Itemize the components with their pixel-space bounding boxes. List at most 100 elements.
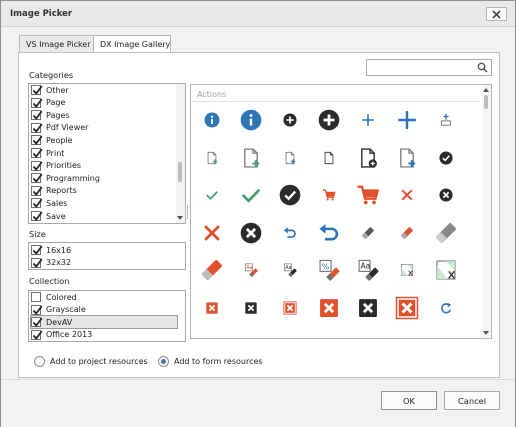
checkbox[interactable] bbox=[31, 160, 43, 171]
close-large-icon[interactable] bbox=[197, 218, 227, 248]
close-small-icon[interactable] bbox=[392, 180, 422, 210]
add-to-form-option[interactable]: Add to form resources bbox=[158, 356, 263, 367]
categories-item[interactable]: People bbox=[31, 134, 181, 146]
collection-list[interactable]: Colored Grayscale DevAV Office 2013 bbox=[28, 290, 186, 342]
undo-small-icon[interactable] bbox=[275, 218, 305, 248]
eraser-red-large-icon[interactable] bbox=[197, 255, 227, 285]
scroll-down-icon[interactable] bbox=[483, 331, 489, 335]
check-circle-small-icon[interactable] bbox=[431, 143, 461, 173]
delete-dark-small-icon[interactable] bbox=[236, 293, 266, 323]
clear-dark-small-icon[interactable]: Aa bbox=[275, 255, 305, 285]
panel-splitter[interactable] bbox=[185, 205, 188, 219]
categories-item[interactable]: Priorities bbox=[31, 160, 181, 172]
categories-item[interactable]: Other bbox=[31, 84, 181, 96]
size-item[interactable]: 16x16 bbox=[31, 244, 181, 256]
categories-item[interactable]: Pages bbox=[31, 109, 181, 121]
categories-list[interactable]: Other Page Pages Pdf Viewer People Print Prior… bbox=[28, 83, 186, 224]
checkmark-icon bbox=[32, 110, 43, 121]
collection-item[interactable]: Grayscale bbox=[31, 304, 181, 316]
cancel-circle-small-icon[interactable] bbox=[431, 180, 461, 210]
close-button[interactable] bbox=[486, 7, 507, 21]
add-item-icon[interactable] bbox=[431, 105, 461, 135]
add-file-small-icon[interactable] bbox=[197, 143, 227, 173]
checkbox[interactable] bbox=[31, 304, 43, 315]
add-to-project-option[interactable]: Add to project resources bbox=[34, 356, 148, 367]
collection-item[interactable]: Colored bbox=[31, 291, 181, 303]
checkbox[interactable] bbox=[31, 329, 43, 340]
cart-small-icon[interactable] bbox=[314, 180, 344, 210]
about-large-icon[interactable] bbox=[236, 105, 266, 135]
eraser-gray-large-icon[interactable] bbox=[431, 218, 461, 248]
categories-item[interactable]: Print bbox=[31, 147, 181, 159]
arrow-up-icon[interactable] bbox=[275, 328, 305, 338]
collection-item[interactable]: Office 2013 bbox=[31, 329, 181, 341]
ok-button[interactable]: OK bbox=[381, 391, 437, 410]
delete-red-large-icon[interactable] bbox=[314, 293, 344, 323]
plus-large-icon[interactable] bbox=[392, 105, 422, 135]
refresh-icon[interactable] bbox=[431, 293, 461, 323]
checkbox[interactable] bbox=[31, 257, 43, 268]
categories-item[interactable]: Sales bbox=[31, 197, 181, 209]
eraser-red-small-icon[interactable] bbox=[392, 218, 422, 248]
new-file-large-icon[interactable] bbox=[353, 143, 383, 173]
new-file-small-icon[interactable] bbox=[314, 143, 344, 173]
categories-item[interactable]: Page bbox=[31, 97, 181, 109]
checkbox[interactable] bbox=[31, 173, 43, 184]
tab-vs-image-picker[interactable]: VS Image Picker bbox=[19, 35, 94, 53]
arrow-right-icon[interactable] bbox=[197, 328, 227, 338]
checkbox[interactable] bbox=[31, 122, 43, 133]
cancel-circle-large-icon[interactable] bbox=[236, 218, 266, 248]
clear-dark-large-icon[interactable]: Aa bbox=[353, 255, 383, 285]
cancel-button[interactable]: Cancel bbox=[444, 391, 500, 410]
categories-item[interactable]: Programming bbox=[31, 172, 181, 184]
size-list[interactable]: 16x16 32x32 bbox=[28, 242, 186, 270]
categories-item[interactable]: Save bbox=[31, 210, 181, 222]
size-item[interactable]: 32x32 bbox=[31, 257, 181, 269]
clear-format-small-icon[interactable]: Aa bbox=[236, 255, 266, 285]
checkbox[interactable] bbox=[31, 135, 43, 146]
categories-item[interactable]: Reports bbox=[31, 185, 181, 197]
clear-image-small-icon[interactable] bbox=[392, 255, 422, 285]
collection-item[interactable]: DevAV bbox=[30, 315, 178, 330]
categories-item-label: People bbox=[46, 135, 73, 145]
checkmark-icon bbox=[32, 245, 43, 255]
radio-button[interactable] bbox=[158, 356, 169, 367]
gallery-scrollbar[interactable] bbox=[482, 85, 491, 338]
delete-red-small-icon[interactable] bbox=[197, 293, 227, 323]
checkbox[interactable] bbox=[31, 245, 43, 255]
checkbox[interactable] bbox=[31, 317, 43, 328]
add-file-large-icon[interactable] bbox=[236, 143, 266, 173]
check-large-icon[interactable] bbox=[236, 180, 266, 210]
checkmark-icon bbox=[32, 173, 43, 184]
checkbox[interactable] bbox=[31, 85, 43, 95]
image-gallery[interactable]: Actions Aa Aa% Aa bbox=[190, 84, 492, 339]
delete-dark-large-icon[interactable] bbox=[353, 293, 383, 323]
cart-large-icon[interactable] bbox=[353, 180, 383, 210]
checkbox[interactable] bbox=[31, 97, 43, 108]
eraser-small-icon[interactable] bbox=[353, 218, 383, 248]
add-file-blue-large-icon[interactable] bbox=[392, 143, 422, 173]
delete-red-box-small-icon[interactable] bbox=[275, 293, 305, 323]
clear-image-large-icon[interactable] bbox=[431, 255, 461, 285]
clear-percent-icon[interactable]: % bbox=[314, 255, 344, 285]
add-large-icon[interactable] bbox=[314, 105, 344, 135]
add-small-icon[interactable] bbox=[275, 105, 305, 135]
add-file-blue-small-icon[interactable] bbox=[275, 143, 305, 173]
check-circle-large-icon[interactable] bbox=[275, 180, 305, 210]
checkbox[interactable] bbox=[31, 185, 43, 196]
categories-item[interactable]: Pdf Viewer bbox=[31, 122, 181, 134]
undo-large-icon[interactable] bbox=[314, 218, 344, 248]
plus-small-icon[interactable] bbox=[353, 105, 383, 135]
checkbox[interactable] bbox=[31, 110, 43, 121]
search-input[interactable] bbox=[366, 59, 492, 76]
radio-button[interactable] bbox=[34, 356, 45, 367]
checkbox[interactable] bbox=[31, 148, 43, 158]
scroll-up-icon[interactable] bbox=[483, 88, 489, 92]
check-small-icon[interactable] bbox=[197, 180, 227, 210]
about-small-icon[interactable] bbox=[197, 105, 227, 135]
scrollbar-thumb[interactable] bbox=[484, 95, 488, 109]
checkbox[interactable] bbox=[31, 198, 43, 209]
checkbox[interactable] bbox=[31, 292, 41, 302]
checkbox[interactable] bbox=[31, 211, 43, 221]
delete-red-box-large-icon[interactable] bbox=[392, 293, 422, 323]
